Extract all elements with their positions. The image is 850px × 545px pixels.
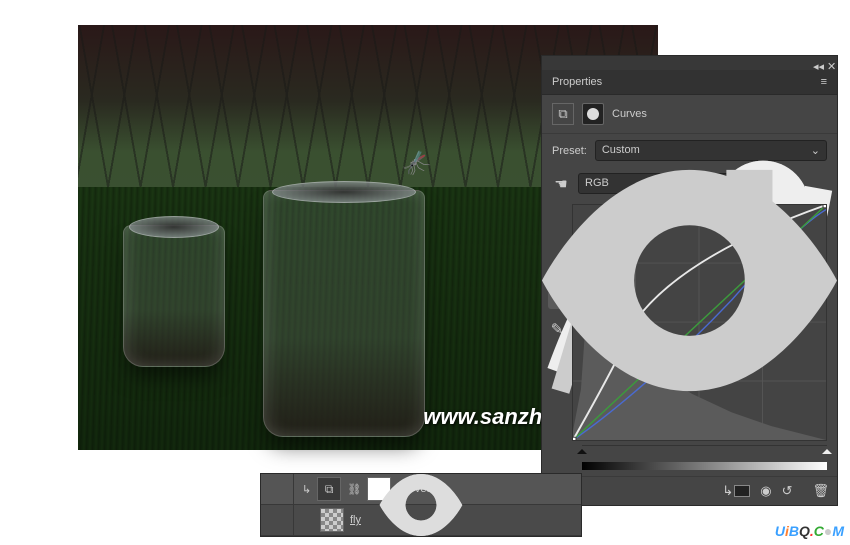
panel-footer: ↳ ◉ ↺ 🗑 (542, 476, 837, 505)
layer-row-fly[interactable]: fly (261, 505, 581, 536)
layers-panel-excerpt: ↳ ⧉ ⛓ Curves 1 fly (260, 473, 582, 537)
visibility-eye-icon[interactable] (261, 505, 294, 535)
small-jar (123, 225, 225, 367)
properties-panel: ◂◂ ✕ Properties ≡ ⧉ Curves Preset: Custo… (541, 55, 838, 506)
large-jar (263, 190, 425, 437)
watermark-corner: UiBQ.C●M (775, 523, 844, 539)
